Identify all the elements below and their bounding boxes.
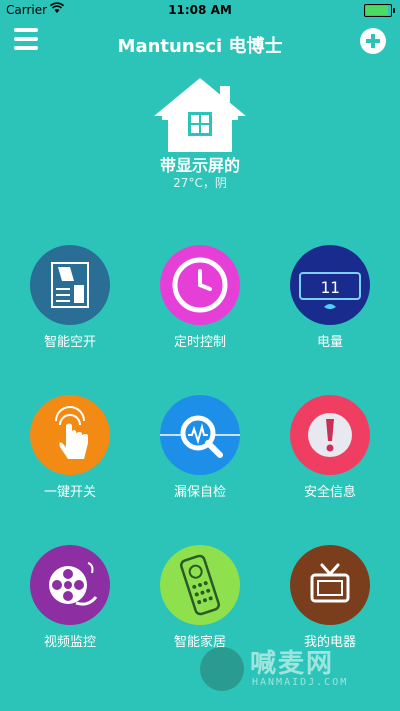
grid-item-appliances[interactable]: 我的电器: [270, 545, 390, 650]
meter-value: 11: [320, 278, 339, 297]
grid-item-label: 漏保自检: [173, 485, 226, 500]
grid-item-leakage[interactable]: 漏保自检: [140, 395, 260, 500]
film-reel-icon: [30, 545, 110, 625]
grid-item-breaker[interactable]: 智能空开: [10, 245, 130, 350]
touch-hand-icon: [30, 395, 110, 475]
grid-item-label: 智能空开: [43, 335, 96, 350]
grid-item-video[interactable]: 视频监控: [10, 545, 130, 650]
watermark-text: 喊麦网: [250, 649, 335, 679]
nav-bar: Mantunsci 电博士: [0, 22, 400, 66]
grid-item-label: 电量: [316, 335, 343, 350]
grid-item-label: 定时控制: [173, 335, 226, 350]
location-name[interactable]: 带显示屏的: [0, 152, 400, 176]
tv-icon: [290, 545, 370, 625]
warning-icon: [290, 395, 370, 475]
circuit-breaker-icon: [30, 245, 110, 325]
grid-item-safety[interactable]: 安全信息: [270, 395, 390, 500]
weather-info: 27°C，阴: [173, 176, 227, 190]
house-icon[interactable]: [150, 76, 250, 156]
watermark: 喊麦网 HANMAIDJ.COM: [190, 639, 390, 699]
magnifier-wave-icon: [160, 395, 240, 475]
grid-item-label: 视频监控: [43, 635, 96, 650]
remote-control-icon: [160, 545, 240, 625]
grid-item-label: 一键开关: [43, 485, 96, 500]
digital-meter-icon: 11: [290, 245, 370, 325]
grid-item-label: 安全信息: [303, 485, 356, 500]
grid-item-onekey[interactable]: 一键开关: [10, 395, 130, 500]
watermark-url: HANMAIDJ.COM: [252, 677, 349, 688]
grid-item-smarthome[interactable]: 智能家居: [140, 545, 260, 650]
watermark-logo-icon: [200, 647, 244, 691]
clock-icon: [160, 245, 240, 325]
battery-icon: [364, 4, 395, 17]
page-title: Mantunsci 电博士: [117, 36, 283, 57]
status-bar: Carrier 11:08 AM: [0, 0, 400, 20]
status-time: 11:08 AM: [168, 3, 232, 17]
grid-item-power[interactable]: 11 电量: [270, 245, 390, 350]
add-icon[interactable]: [360, 28, 386, 54]
grid-item-timer[interactable]: 定时控制: [140, 245, 260, 350]
